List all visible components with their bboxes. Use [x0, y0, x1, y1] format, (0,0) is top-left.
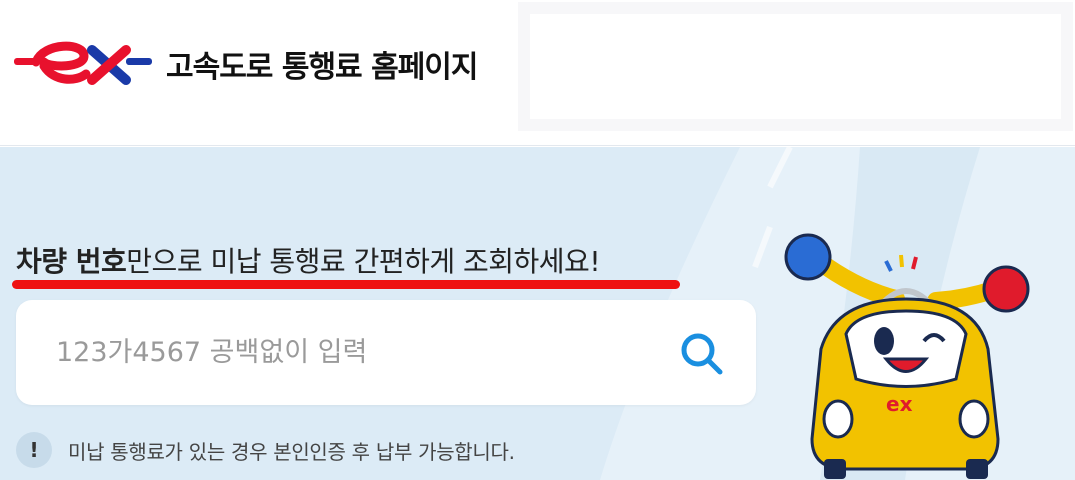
payment-notice: ! 미납 통행료가 있는 경우 본인인증 후 납부 가능합니다. — [16, 432, 515, 468]
ex-logo-icon — [14, 41, 152, 85]
exclamation-icon: ! — [16, 432, 52, 468]
home-logo-link[interactable] — [14, 38, 154, 88]
ex-car-mascot-icon: ex — [784, 233, 1030, 479]
headline-bold: 차량 번호 — [16, 245, 127, 278]
header-banner-area — [518, 2, 1073, 131]
vehicle-search-box — [16, 300, 756, 405]
notice-text: 미납 통행료가 있는 경우 본인인증 후 납부 가능합니다. — [68, 439, 515, 464]
page: 고속도로 통행료 홈페이지 차량 번호만으로 미납 통행료 간편하게 조회하세요… — [0, 0, 1075, 480]
headline-rest: 만으로 미납 통행료 간편하게 조회하세요! — [126, 245, 601, 278]
search-button[interactable] — [678, 330, 726, 378]
site-header: 고속도로 통행료 홈페이지 — [0, 0, 1075, 146]
headline: 차량 번호만으로 미납 통행료 간편하게 조회하세요! — [16, 240, 601, 280]
mascot-ex-text: ex — [886, 392, 913, 416]
search-hero: 차량 번호만으로 미납 통행료 간편하게 조회하세요! ! 미납 통행료가 있는… — [0, 147, 1075, 480]
vehicle-number-input[interactable] — [56, 324, 656, 380]
headline-underline — [12, 280, 680, 289]
search-icon — [681, 333, 723, 375]
site-title: 고속도로 통행료 홈페이지 — [166, 50, 478, 85]
